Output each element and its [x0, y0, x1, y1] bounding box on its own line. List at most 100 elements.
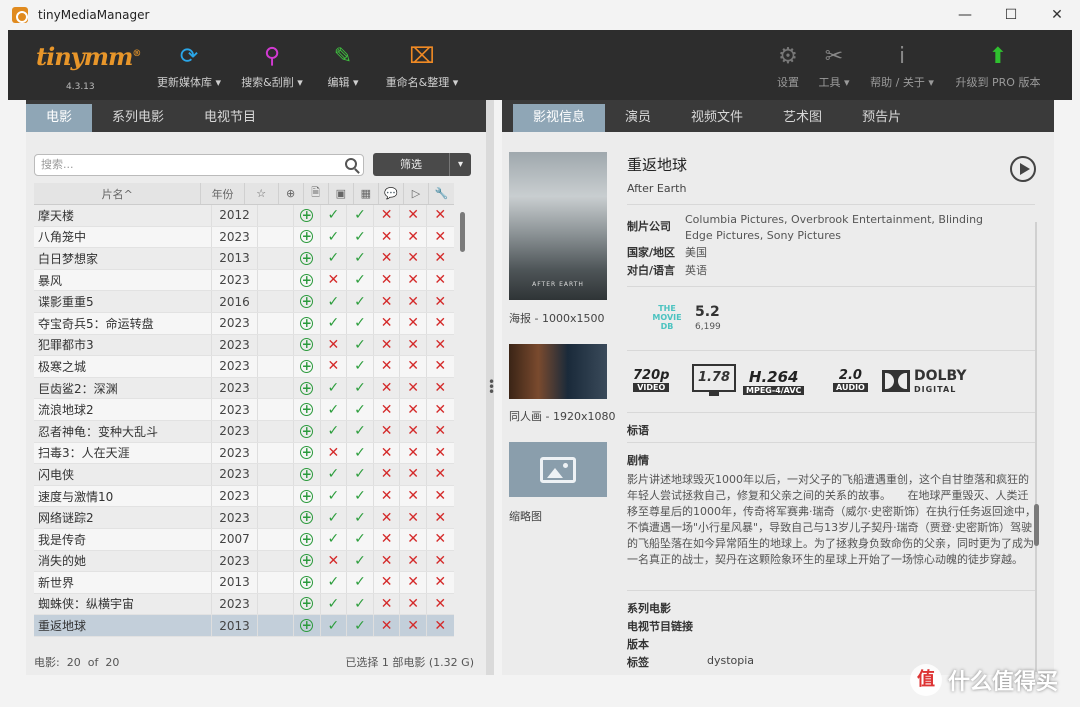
- image-icon[interactable]: ▣: [329, 183, 354, 204]
- star-icon[interactable]: ☆: [245, 183, 279, 204]
- nfo-file-icon[interactable]: 🗎: [304, 183, 329, 204]
- film-icon[interactable]: ▦: [354, 183, 379, 204]
- settings-button[interactable]: ⚙ 设置: [772, 38, 804, 90]
- rename-icon: ⌧: [409, 43, 435, 69]
- cross-icon: ✕: [407, 358, 420, 375]
- header-title[interactable]: 片名^: [34, 183, 202, 204]
- cross-icon: ✕: [380, 617, 393, 634]
- subtitle-icon[interactable]: 💬: [379, 183, 404, 204]
- plus-circle-icon[interactable]: ⊕: [279, 183, 304, 204]
- plus-circle-icon: +: [300, 488, 314, 503]
- help-about-button[interactable]: ⅰ 帮助 / 关于 ▾: [866, 38, 938, 90]
- cell-status: ✕: [427, 335, 454, 356]
- cell-status: ✕: [400, 269, 427, 291]
- table-row[interactable]: 夺宝奇兵5：命运转盘 2023 + ✓ ✓ ✕ ✕ ✕: [34, 312, 454, 335]
- cell-status: ✕: [321, 269, 348, 291]
- poster-image[interactable]: AFTER EARTH: [509, 152, 607, 300]
- check-icon: ✓: [354, 531, 366, 548]
- table-row[interactable]: 流浪地球2 2023 + ✓ ✓ ✕ ✕ ✕: [34, 399, 454, 421]
- poster-title-text: AFTER EARTH: [532, 281, 584, 288]
- list-scrollbar[interactable]: [460, 212, 465, 252]
- table-row[interactable]: 速度与激情10 2023 + ✓ ✓ ✕ ✕ ✕: [34, 485, 454, 508]
- table-row[interactable]: 摩天楼 2012 + ✓ ✓ ✕ ✕ ✕: [34, 205, 454, 227]
- cell-year: 2023: [212, 334, 258, 356]
- detail-scroll-track[interactable]: [1035, 222, 1037, 672]
- dolby-digital-badge: DOLBY DIGITAL: [914, 368, 967, 394]
- cross-icon: ✕: [327, 272, 340, 289]
- trailer-play-icon[interactable]: ▷: [404, 183, 429, 204]
- table-row[interactable]: 闪电侠 2023 + ✓ ✓ ✕ ✕ ✕: [34, 464, 454, 486]
- check-icon: ✓: [354, 380, 366, 397]
- check-icon: ✓: [327, 293, 340, 310]
- minimize-button[interactable]: —: [942, 0, 988, 30]
- wrench-icon[interactable]: 🔧: [429, 183, 454, 204]
- cell-watched: [258, 399, 294, 420]
- tab-movies[interactable]: 电影: [26, 104, 93, 132]
- close-button[interactable]: ✕: [1034, 0, 1080, 30]
- cross-icon: ✕: [380, 595, 393, 612]
- production-row: 制片公司: [627, 220, 671, 233]
- plus-circle-icon: +: [300, 402, 314, 417]
- cell-title: 新世界: [34, 572, 212, 593]
- table-row[interactable]: 消失的她 2023 + ✕ ✓ ✕ ✕ ✕: [34, 550, 454, 573]
- tab-artwork[interactable]: 艺术图: [763, 104, 842, 132]
- image-placeholder-icon: [540, 456, 576, 483]
- table-row[interactable]: 网络谜踪2 2023 + ✓ ✓ ✕ ✕ ✕: [34, 507, 454, 529]
- chevron-down-icon[interactable]: ▾: [449, 153, 471, 176]
- movie-count: 电影: 20 of 20: [34, 656, 120, 669]
- cell-status: ✕: [427, 270, 454, 291]
- filter-button[interactable]: 筛选 ▾: [373, 153, 471, 176]
- cross-icon: ✕: [380, 574, 393, 591]
- tab-media-files[interactable]: 视频文件: [671, 104, 763, 132]
- tab-movie-info[interactable]: 影视信息: [513, 104, 606, 132]
- cell-status: ✕: [374, 485, 401, 507]
- check-icon: ✓: [327, 617, 340, 634]
- table-row[interactable]: 我是传奇 2007 + ✓ ✓ ✕ ✕ ✕: [34, 528, 454, 551]
- table-row[interactable]: 暴风 2023 + ✕ ✓ ✕ ✕ ✕: [34, 269, 454, 292]
- splitter-grip-icon[interactable]: • • •: [488, 376, 495, 398]
- search-scrape-button[interactable]: ⚲ 搜索&刮削 ▾: [236, 38, 308, 90]
- table-row[interactable]: 新世界 2013 + ✓ ✓ ✕ ✕ ✕: [34, 572, 454, 594]
- cell-watched: [258, 248, 294, 269]
- rename-organize-button[interactable]: ⌧ 重命名&整理 ▾: [380, 38, 464, 90]
- cell-status: ✕: [427, 594, 454, 615]
- header-year[interactable]: 年份: [201, 183, 245, 204]
- cell-status: ✓: [347, 377, 374, 399]
- upgrade-pro-button[interactable]: ⬆ 升级到 PRO 版本: [950, 38, 1046, 90]
- table-row[interactable]: 谍影重重5 2016 + ✓ ✓ ✕ ✕ ✕: [34, 291, 454, 313]
- table-row[interactable]: 极寒之城 2023 + ✕ ✓ ✕ ✕ ✕: [34, 356, 454, 378]
- cross-icon: ✕: [434, 531, 447, 548]
- cell-status: ✓: [347, 442, 374, 464]
- tools-button[interactable]: ✂ 工具 ▾: [814, 38, 854, 90]
- tab-cast[interactable]: 演员: [605, 104, 671, 132]
- table-row[interactable]: 重返地球 2013 + ✓ ✓ ✕ ✕ ✕: [34, 615, 454, 637]
- table-row[interactable]: 八角笼中 2023 + ✓ ✓ ✕ ✕ ✕: [34, 226, 454, 249]
- detail-scrollbar[interactable]: [1034, 504, 1039, 546]
- table-row[interactable]: 忍者神龟：变种大乱斗 2023 + ✓ ✓ ✕ ✕ ✕: [34, 420, 454, 443]
- play-trailer-icon[interactable]: [1010, 156, 1036, 182]
- table-header: 片名^ 年份 ☆ ⊕ 🗎 ▣ ▦ 💬 ▷ 🔧: [34, 183, 454, 205]
- search-icon[interactable]: [345, 158, 357, 170]
- search-input[interactable]: 搜索...: [34, 154, 364, 176]
- tab-tv-shows[interactable]: 电视节目: [184, 104, 276, 132]
- update-library-button[interactable]: ⟳ 更新媒体库 ▾: [148, 38, 230, 90]
- edit-button[interactable]: ✎ 编辑 ▾: [322, 38, 364, 90]
- tab-trailer[interactable]: 预告片: [842, 104, 921, 132]
- maximize-button[interactable]: ☐: [988, 0, 1034, 30]
- cross-icon: ✕: [407, 444, 420, 461]
- table-row[interactable]: 蜘蛛侠：纵横宇宙 2023 + ✓ ✓ ✕ ✕ ✕: [34, 593, 454, 616]
- cell-status: ✕: [400, 615, 427, 636]
- plus-circle-icon: +: [300, 553, 314, 568]
- table-row[interactable]: 犯罪都市3 2023 + ✕ ✓ ✕ ✕ ✕: [34, 334, 454, 357]
- table-row[interactable]: 巨齿鲨2：深渊 2023 + ✓ ✓ ✕ ✕ ✕: [34, 377, 454, 400]
- tmdb-logo: THE MOVIE DB: [652, 304, 682, 331]
- table-row[interactable]: 白日梦想家 2013 + ✓ ✓ ✕ ✕ ✕: [34, 248, 454, 270]
- plus-circle-icon: +: [300, 337, 314, 352]
- fanart-image[interactable]: [509, 344, 607, 399]
- table-row[interactable]: 扫毒3：人在天涯 2023 + ✕ ✓ ✕ ✕ ✕: [34, 442, 454, 465]
- tab-collections[interactable]: 系列电影: [92, 104, 184, 132]
- cross-icon: ✕: [407, 250, 420, 267]
- thumb-placeholder[interactable]: [509, 442, 607, 497]
- cross-icon: ✕: [434, 358, 447, 375]
- window-title: tinyMediaManager: [38, 8, 150, 22]
